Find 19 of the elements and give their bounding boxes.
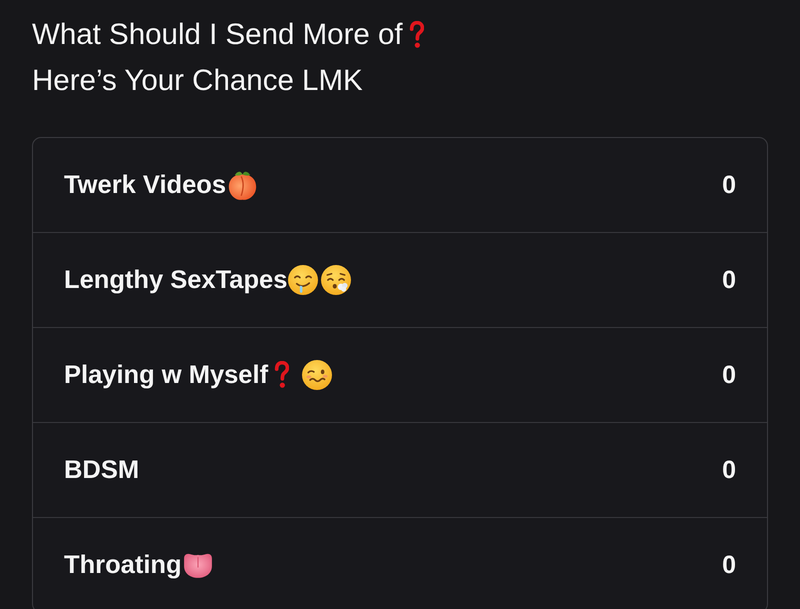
poll-option-label[interactable]: Twerk Videos <box>64 169 226 201</box>
poll-option-label[interactable]: Playing w Myself <box>64 359 268 391</box>
vote-count: 0 <box>722 550 736 581</box>
vote-count: 0 <box>722 455 736 486</box>
tongue-icon <box>182 552 213 578</box>
peach-icon <box>227 170 258 200</box>
question-mark-icon <box>408 21 424 49</box>
post-text: What Should I Send More of <box>32 18 403 52</box>
vote-count: 0 <box>722 360 736 391</box>
question-mark-icon <box>274 361 290 389</box>
drooling-face-icon <box>288 265 318 295</box>
exhaling-face-icon <box>321 265 352 295</box>
post-text: Here’s Your Chance LMK <box>32 64 363 98</box>
woozy-face-icon <box>302 360 332 390</box>
poll-option-label[interactable]: BDSM <box>64 454 140 486</box>
vote-count: 0 <box>722 170 736 201</box>
vote-count: 0 <box>722 265 736 296</box>
poll-option-label[interactable]: Throating <box>64 549 182 581</box>
poll-option-label[interactable]: Lengthy SexTapes <box>64 264 288 296</box>
